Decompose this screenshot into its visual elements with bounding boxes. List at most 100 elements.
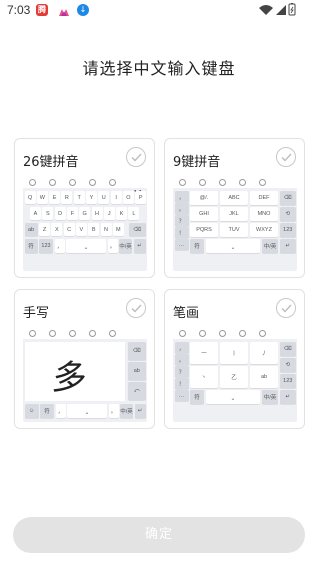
- status-time: 7:03: [7, 3, 31, 17]
- keyboard-key: 。: [174, 354, 189, 365]
- keyboard-key: 符: [190, 239, 204, 253]
- keyboard-toolbar: [23, 328, 147, 339]
- keyboard-key: ！: [174, 227, 189, 238]
- keyboard-key: B: [88, 223, 100, 236]
- keyboard-key: ！: [174, 378, 189, 389]
- keyboard-key: 123: [280, 374, 296, 388]
- keyboard-key: 丨: [220, 342, 248, 364]
- keyboard-key: ？: [174, 366, 189, 377]
- keyboard-key: ab: [24, 223, 38, 236]
- keyboard-key: M: [112, 223, 124, 236]
- keyboard-toolbar: [173, 177, 297, 188]
- card-title: 手写: [23, 306, 50, 321]
- keyboard-option-9-key-pinyin[interactable]: 9键拼音 ，。？！… @/. ABC DEF GHI JKL MNO PQRS TUV WXYZ ⌫…: [164, 138, 305, 278]
- keyboard-key: J: [103, 207, 115, 220]
- status-bar: 7:03 腾 ↓: [0, 0, 318, 22]
- keyboard-key: ab: [250, 366, 278, 388]
- keyboard-key: X: [51, 223, 63, 236]
- keyboard-key: V: [75, 223, 87, 236]
- keyboard-key: 丶: [190, 366, 218, 388]
- keyboard-key: 一: [190, 342, 218, 364]
- keyboard-key: 。: [108, 404, 119, 418]
- keyboard-key: ↵: [133, 239, 146, 253]
- keyboard-key: 中/英: [120, 404, 133, 418]
- keyboard-key: WXYZ: [250, 223, 278, 237]
- keyboard-key: K: [116, 207, 128, 220]
- keyboard-key: 中/英: [262, 390, 278, 404]
- keyboard-key: G: [79, 207, 91, 220]
- keyboard-key: 。: [107, 239, 118, 253]
- keyboard-key: ，: [174, 191, 189, 202]
- keyboard-key: 123: [280, 223, 296, 237]
- keyboard-key: 123: [39, 239, 53, 253]
- confirm-button[interactable]: 确定: [13, 517, 305, 553]
- keyboard-key: ⌫: [129, 223, 146, 236]
- keyboard-key: ↵: [280, 239, 296, 253]
- keyboard-key: F: [66, 207, 78, 220]
- keyboard-key: MNO: [250, 207, 278, 221]
- keyboard-key: ⎵: [206, 390, 260, 404]
- keyboard-key: 中/英: [119, 239, 132, 253]
- keyboard-key: 。: [174, 203, 189, 214]
- keyboard-key: W: [36, 191, 48, 204]
- keyboard-key: ↵: [280, 390, 296, 404]
- keyboard-toolbar: [173, 328, 297, 339]
- select-check-icon[interactable]: [126, 298, 146, 318]
- keyboard-key: JKL: [220, 207, 248, 221]
- keyboard-key: TUV: [220, 223, 248, 237]
- keyboard-key: DEF: [250, 191, 278, 205]
- keyboard-option-26-key-pinyin[interactable]: 26键拼音 ⌄ Q W E R T Y U I O P A S D F G H J K Lab Z X C V B N M ⌫ 符 12…: [14, 138, 155, 278]
- keyboard-key: 中/英: [262, 239, 278, 253]
- keyboard-key: ，: [174, 342, 189, 353]
- keyboard-key: GHI: [190, 207, 218, 221]
- keyboard-key: Y: [86, 191, 97, 204]
- card-title: 26键拼音: [23, 155, 79, 170]
- keyboard-key: ⎵: [66, 239, 106, 253]
- keyboard-key: ，: [55, 404, 66, 418]
- keyboard-key: 丿: [250, 342, 278, 364]
- keyboard-key: @/.: [190, 191, 218, 205]
- keyboard-key: ⎵: [206, 239, 260, 253]
- keyboard-key: I: [110, 191, 122, 204]
- keyboard-key: 乙: [220, 366, 248, 388]
- tencent-video-icon: 腾: [36, 4, 48, 16]
- keyboard-preview-handwriting: 多 ⌫ ab ⤺ ☺ 符， ⎵。中/英 ↵: [23, 328, 147, 422]
- keyboard-key: Z: [39, 223, 50, 236]
- keyboard-key: 符: [190, 390, 204, 404]
- page-title: 请选择中文输入键盘: [82, 59, 236, 78]
- keyboard-key: ？: [174, 215, 189, 226]
- keyboard-toolbar: ⌄: [23, 177, 147, 198]
- handwriting-sample-char: 多: [49, 358, 90, 398]
- keyboard-key: Q: [24, 191, 36, 204]
- keyboard-key: R: [61, 191, 73, 204]
- keyboard-key: S: [42, 207, 54, 220]
- keyboard-key: …: [174, 239, 189, 250]
- keyboard-key: ABC: [220, 191, 248, 205]
- keyboard-key: …: [174, 390, 189, 401]
- keyboard-key: ⟲: [280, 358, 296, 372]
- select-check-icon[interactable]: [276, 298, 296, 318]
- keyboard-key: ↵: [134, 404, 146, 418]
- keyboard-key: ☺: [24, 404, 39, 418]
- select-check-icon[interactable]: [276, 147, 296, 167]
- keyboard-key: PQRS: [190, 223, 218, 237]
- keyboard-preview-stroke: ，。？！… 一丨丿丶乙 ab ⌫ ⟲ 123 符 ⎵ 中/英 ↵: [173, 328, 297, 422]
- keyboard-key: E: [49, 191, 61, 204]
- keyboard-key: ⌫: [280, 191, 296, 205]
- select-check-icon[interactable]: [126, 147, 146, 167]
- handwriting-pad: 多: [25, 342, 125, 401]
- card-title: 9键拼音: [173, 155, 221, 170]
- keyboard-key: C: [63, 223, 75, 236]
- keyboard-key: ，: [54, 239, 65, 253]
- keyboard-key: A: [30, 207, 41, 220]
- keyboard-key: ⤺: [128, 382, 146, 400]
- keyboard-key: O: [122, 191, 134, 204]
- keyboard-option-stroke[interactable]: 笔画 ，。？！… 一丨丿丶乙 ab ⌫ ⟲ 123 符 ⎵ 中/英 ↵: [164, 289, 305, 429]
- keyboard-key: ⌫: [280, 342, 296, 356]
- flower-app-icon: [57, 4, 69, 16]
- keyboard-preview-qwerty: ⌄ Q W E R T Y U I O P A S D F G H J K Lab Z X C V B N M ⌫ 符 123， ⎵。中/…: [23, 177, 147, 271]
- keyboard-option-handwriting[interactable]: 手写 多 ⌫ ab ⤺ ☺ 符， ⎵。中/英 ↵: [14, 289, 155, 429]
- keyboard-key: N: [100, 223, 112, 236]
- keyboard-key: 符: [24, 239, 38, 253]
- keyboard-preview-t9: ，。？！… @/. ABC DEF GHI JKL MNO PQRS TUV WXYZ ⌫ ⟲ 123 符…: [173, 177, 297, 271]
